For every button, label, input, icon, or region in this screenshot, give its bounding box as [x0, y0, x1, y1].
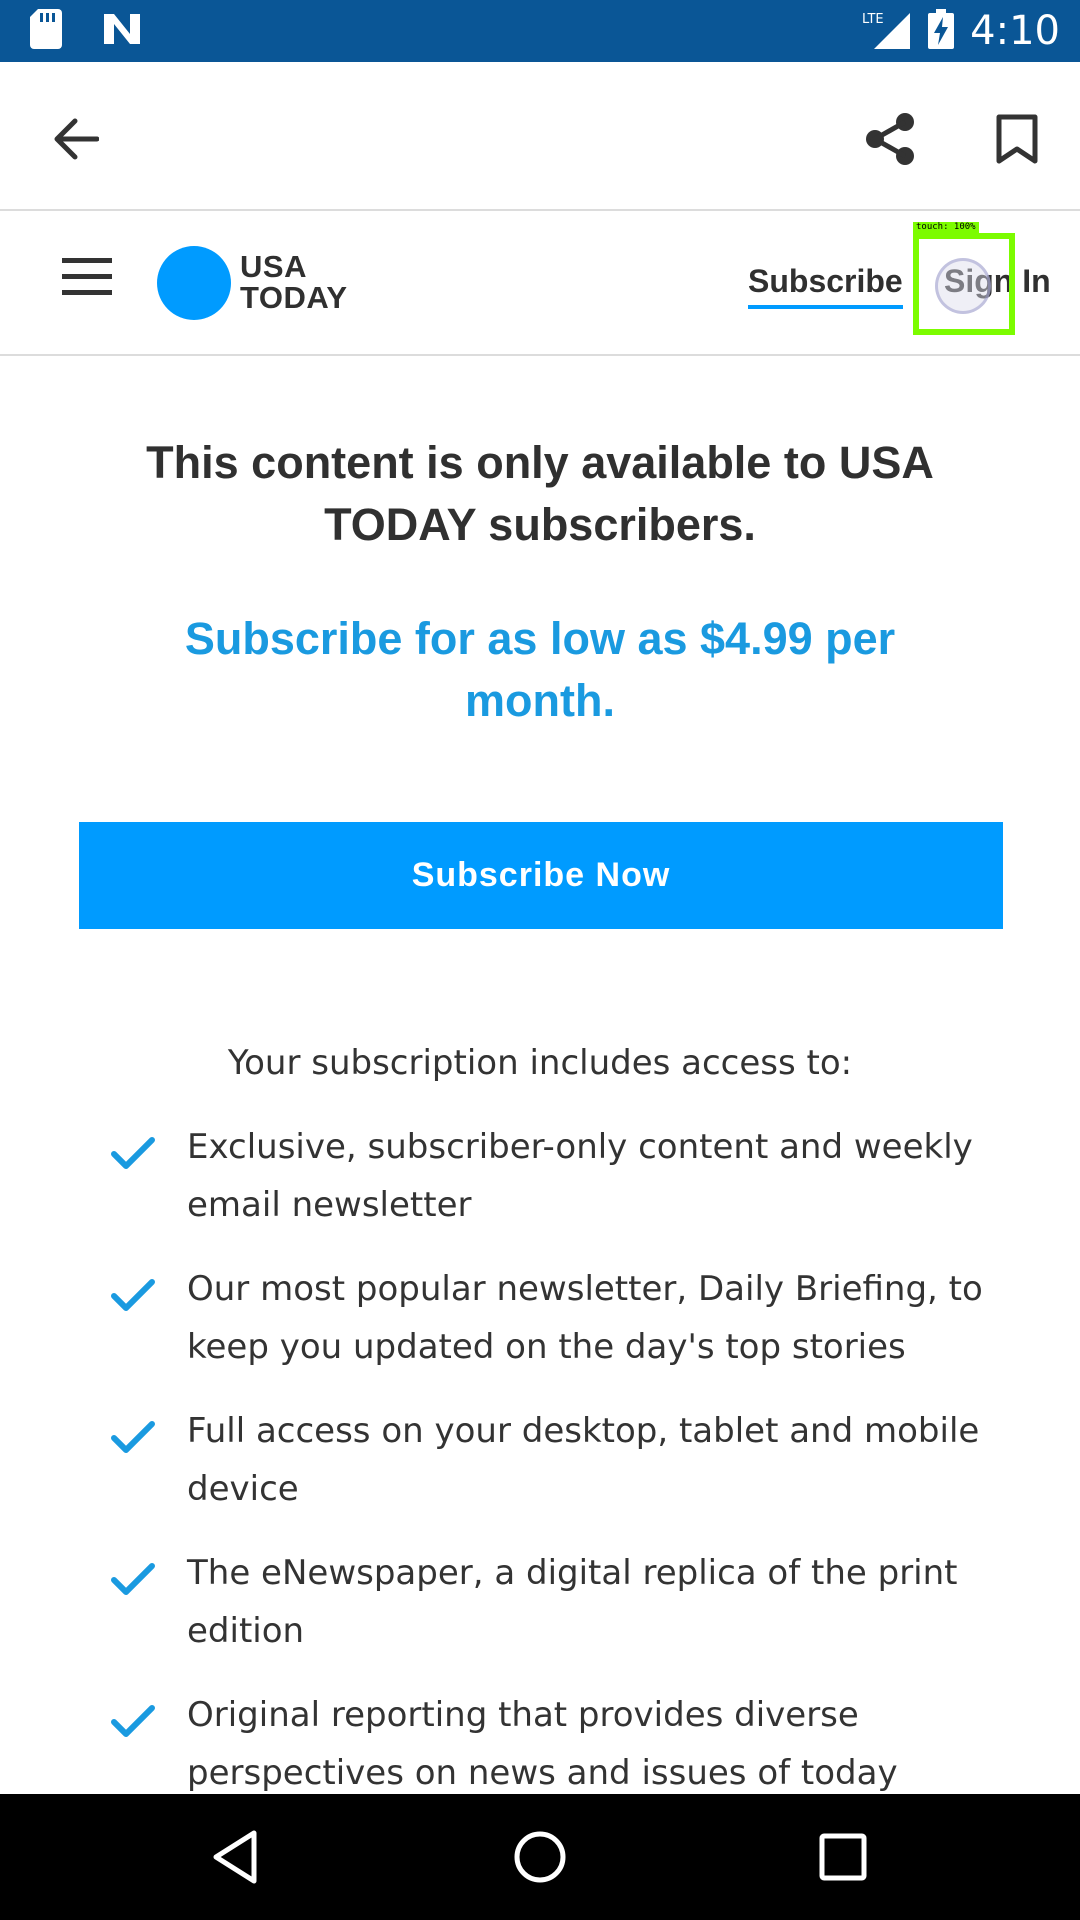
- logo-line-1: USA: [240, 249, 307, 284]
- checkmark-icon: [110, 1274, 156, 1311]
- benefit-item: Our most popular newsletter, Daily Brief…: [110, 1260, 990, 1376]
- menu-button[interactable]: [62, 256, 127, 308]
- hamburger-menu-icon: [62, 258, 112, 300]
- checkmark-icon: [110, 1558, 156, 1595]
- nav-recents-icon: [818, 1832, 868, 1886]
- nav-recents-button[interactable]: [808, 1824, 878, 1894]
- nav-home-button[interactable]: [505, 1824, 575, 1894]
- lte-signal-icon: LTE: [862, 9, 912, 53]
- paywall-headline: This content is only available to USA TO…: [146, 437, 934, 550]
- battery-charging-icon: [928, 9, 955, 53]
- status-bar: LTE 4:10: [0, 0, 1080, 62]
- benefit-text: Full access on your desktop, tablet and …: [187, 1411, 980, 1509]
- svg-text:LTE: LTE: [862, 12, 884, 27]
- touch-indicator-label: touch: 100%: [913, 222, 979, 233]
- usa-today-logo-text[interactable]: USA TODAY: [240, 251, 348, 313]
- includes-title: Your subscription includes access to:: [227, 1043, 853, 1083]
- subscribe-link[interactable]: Subscribe: [748, 261, 903, 309]
- nav-back-icon: [210, 1829, 260, 1889]
- bookmark-icon: [996, 114, 1038, 168]
- benefit-item: Exclusive, subscriber-only content and w…: [110, 1118, 990, 1234]
- benefit-text: The eNewspaper, a digital replica of the…: [187, 1553, 958, 1651]
- benefit-text: Original reporting that provides diverse…: [187, 1695, 898, 1793]
- share-button[interactable]: [855, 106, 925, 176]
- back-arrow-icon: [51, 117, 100, 165]
- checkmark-icon: [110, 1700, 156, 1737]
- usa-today-logo-dot[interactable]: [157, 246, 231, 320]
- share-icon: [863, 112, 917, 170]
- checkmark-icon: [110, 1132, 156, 1169]
- nav-back-button[interactable]: [200, 1824, 270, 1894]
- benefit-text: Exclusive, subscriber-only content and w…: [187, 1127, 973, 1225]
- n-notification-icon: [102, 12, 142, 50]
- back-button[interactable]: [40, 106, 110, 176]
- benefit-text: Our most popular newsletter, Daily Brief…: [187, 1269, 983, 1367]
- checkmark-icon: [110, 1416, 156, 1453]
- system-nav-bar: [0, 1794, 1080, 1920]
- benefits-list: Exclusive, subscriber-only content and w…: [110, 1118, 990, 1828]
- nav-home-icon: [512, 1829, 568, 1889]
- benefit-item: The eNewspaper, a digital replica of the…: [110, 1544, 990, 1660]
- sign-in-link[interactable]: Sign In: [944, 261, 1051, 301]
- benefit-item: Full access on your desktop, tablet and …: [110, 1402, 990, 1518]
- subscribe-now-button[interactable]: Subscribe Now: [79, 822, 1003, 929]
- status-time: 4:10: [970, 8, 1060, 54]
- app-toolbar: [0, 62, 1080, 211]
- promo-text: Subscribe for as low as $4.99 per month.: [184, 613, 896, 726]
- benefit-item: Original reporting that provides diverse…: [110, 1686, 990, 1802]
- bookmark-button[interactable]: [982, 106, 1052, 176]
- logo-line-2: TODAY: [240, 280, 348, 315]
- sd-card-icon: [30, 9, 62, 53]
